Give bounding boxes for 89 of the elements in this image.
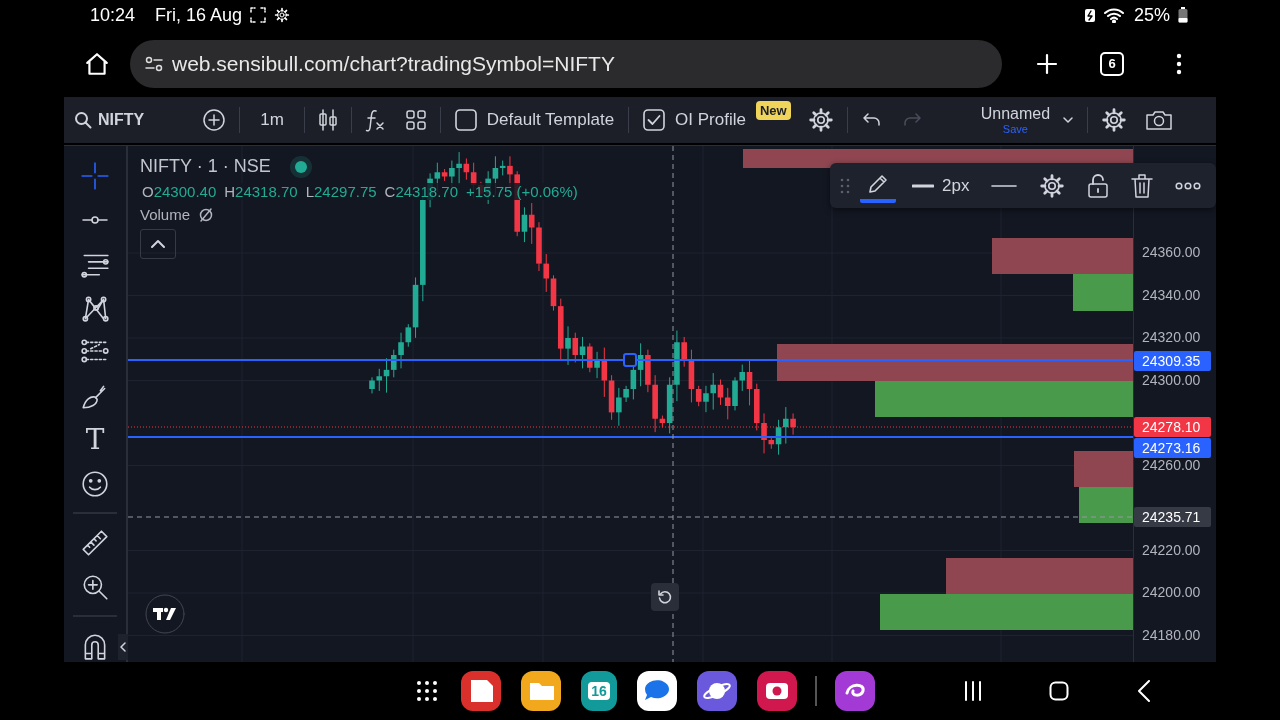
wifi-icon [1103, 7, 1124, 23]
checkbox[interactable] [643, 109, 666, 131]
hidden-icon[interactable] [198, 206, 215, 223]
battery-level: 25% [1133, 4, 1170, 26]
ohlc-label: L [305, 183, 314, 200]
template-option[interactable]: OI Profile [633, 100, 756, 140]
line-icon [991, 182, 1018, 189]
line-width-button[interactable]: 2px [906, 167, 976, 204]
price-label: 24340.00 [1142, 286, 1201, 303]
new-badge: New [755, 101, 791, 120]
reset-icon [657, 589, 673, 605]
smiley-icon [80, 468, 110, 499]
battery-icon [1178, 7, 1188, 23]
screenshot-frame-icon [250, 7, 267, 23]
ohlc-value: 24318.70 [395, 183, 458, 200]
settings-icon [807, 107, 834, 133]
grid-icon [415, 680, 438, 702]
address-bar[interactable]: web.sensibull.com/chart?tradingSymbol=NIFTY [130, 39, 1002, 88]
grid-icon [404, 109, 427, 131]
price-tag: 24235.71 [1134, 507, 1211, 528]
battery-saver-icon [1083, 7, 1096, 23]
logo-icon[interactable] [145, 594, 185, 634]
price-label: 24260.00 [1142, 456, 1201, 473]
indicator-name: Volume [140, 206, 191, 223]
app-icon[interactable] [460, 671, 501, 711]
url-text: web.sensibull.com/chart?tradingSymbol=NIFTY [172, 51, 615, 76]
ohlc-value: 24318.70 [235, 183, 298, 200]
app-icon[interactable] [835, 671, 876, 711]
layout-name: Unnamed [980, 105, 1051, 123]
collapse-legend-button[interactable] [140, 229, 176, 259]
ruler-icon [80, 527, 110, 558]
plus-circle-icon [202, 108, 227, 132]
caret-icon [1062, 114, 1075, 126]
price-tag: 24273.16 [1134, 438, 1211, 459]
chevron-up-icon [150, 239, 166, 249]
app-icon[interactable] [757, 671, 798, 711]
price-change: +15.75 (+0.06%) [466, 183, 578, 200]
search-icon [74, 111, 92, 129]
line-icon [912, 182, 934, 189]
function-icon [364, 108, 387, 132]
price-label: 24200.00 [1142, 584, 1201, 600]
settings-icon [1039, 172, 1066, 199]
ohlc-value: 24297.75 [314, 183, 377, 200]
line-handle [623, 353, 637, 367]
price-label: 24220.00 [1142, 541, 1201, 558]
more-icon [1176, 52, 1182, 75]
chevron-left-icon [120, 642, 126, 652]
trendline-icon [80, 215, 110, 224]
back-icon [1137, 680, 1152, 702]
oi-profile-bar [1074, 451, 1133, 487]
unlock-icon [1087, 172, 1110, 199]
app-icon[interactable] [637, 671, 678, 711]
more-icon [1175, 181, 1202, 190]
settings-icon [1101, 107, 1128, 133]
price-label: 24360.00 [1142, 244, 1201, 260]
price-label: 24300.00 [1142, 371, 1201, 388]
checkbox[interactable] [454, 109, 477, 131]
ohlc-value: 24300.40 [153, 183, 217, 200]
interval-button[interactable]: 1m [244, 100, 300, 140]
camera-icon [1145, 108, 1174, 132]
drag-handle-icon [840, 177, 850, 194]
status-date: Fri, 16 Aug [155, 4, 243, 26]
collapse-toolbar-button[interactable] [118, 634, 128, 660]
price-tag: 24309.35 [1134, 350, 1211, 371]
settings-icon [274, 7, 291, 23]
candlestick-icon [317, 108, 338, 132]
text-tool-button[interactable]: T [78, 424, 112, 455]
plus-icon [1035, 51, 1059, 76]
trash-icon [1131, 172, 1154, 199]
clock-time: 10:24 [90, 4, 136, 26]
home-icon [84, 50, 110, 77]
symbol-title: NIFTY · 1 · NSE [140, 156, 271, 177]
price-tag: 24278.10 [1134, 417, 1211, 438]
ohlc-label: C [384, 183, 396, 200]
template-option[interactable]: Default Template [444, 100, 625, 140]
recents-icon [963, 681, 984, 701]
symbol-search-button[interactable]: NIFTY [74, 100, 154, 140]
price-label: 24320.00 [1142, 329, 1201, 345]
tab-count-button[interactable]: 6 [1100, 51, 1124, 76]
reset-chart-button[interactable] [651, 583, 679, 611]
app-icon[interactable] [697, 671, 738, 711]
app-icon[interactable] [520, 671, 561, 711]
ohlc-label: O [142, 183, 154, 200]
layout-menu-button[interactable]: Unnamed Save [971, 100, 1084, 140]
ohlc-label: H [224, 183, 236, 200]
price-label: 24180.00 [1142, 626, 1201, 643]
home-icon [1048, 681, 1069, 701]
crosshair-icon [80, 160, 110, 191]
oi-profile-bar [1079, 487, 1133, 523]
